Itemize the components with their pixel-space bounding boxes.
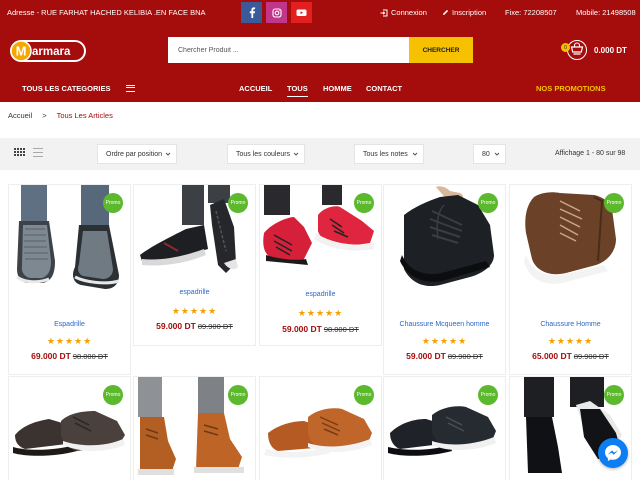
promo-badge: Promo (354, 385, 374, 405)
product-card[interactable]: Promo espadrille ★★★★★ 59.000 DT 89.900 DT (133, 184, 256, 346)
product-price: 69.000 DT 98.000 DT (9, 351, 130, 361)
top-bar: Adresse - RUE FARHAT HACHED KELIBIA .EN … (0, 0, 640, 24)
product-name[interactable]: espadrille (260, 291, 381, 298)
product-name[interactable]: Espadrille (9, 321, 130, 328)
breadcrumb-separator: > (42, 111, 47, 120)
current-price: 59.000 DT (156, 321, 196, 331)
chevron-down-icon (293, 152, 299, 156)
nav-item-tous[interactable]: TOUS (287, 84, 308, 97)
product-card[interactable]: Promo (8, 376, 131, 480)
main-nav: TOUS LES CATEGORIES ACCUEIL TOUS HOMME C… (0, 76, 640, 102)
login-link[interactable]: Connexion (380, 8, 427, 17)
cart-button[interactable]: 0 (561, 40, 590, 60)
chevron-down-icon (412, 152, 418, 156)
pencil-icon (443, 9, 449, 15)
categories-label: TOUS LES CATEGORIES (22, 84, 111, 93)
promo-badge: Promo (228, 385, 248, 405)
old-price: 98.000 DT (72, 352, 108, 361)
product-price: 59.000 DT 98.000 DT (260, 324, 381, 334)
sort-label: Ordre par position (106, 150, 163, 158)
per-page-label: 80 (482, 150, 490, 158)
rating-stars: ★★★★★ (421, 336, 468, 346)
promo-badge: Promo (604, 193, 624, 213)
breadcrumb-current: Tous Les Articles (56, 111, 113, 120)
nav-item-homme[interactable]: HOMME (323, 84, 352, 93)
search-button[interactable]: CHERCHER (409, 37, 473, 63)
promo-badge: Promo (103, 193, 123, 213)
login-label: Connexion (391, 8, 427, 17)
current-price: 59.000 DT (406, 351, 446, 361)
product-card[interactable]: Promo Espadrille ★★★★★ 69.000 DT 98.000 DT (8, 184, 131, 375)
list-view-icon[interactable] (33, 148, 43, 157)
product-name[interactable]: espadrille (134, 289, 255, 296)
old-price: 89.900 DT (197, 322, 233, 331)
grid-view-icon[interactable] (14, 148, 25, 157)
product-price: 59.000 DT 89.900 DT (384, 351, 505, 361)
product-card[interactable]: Promo espadrille ★★★★★ 59.000 DT 98.000 DT (259, 184, 382, 346)
chevron-down-icon (165, 152, 171, 156)
per-page-select[interactable]: 80 (473, 144, 506, 164)
promo-badge: Promo (354, 193, 374, 213)
product-card[interactable]: Promo Chaussure Mcqueen homme ★★★★★ 59.000 … (383, 184, 506, 375)
nav-item-promotions[interactable]: NOS PROMOTIONS (536, 84, 606, 93)
phone-mobile: Mobile: 21498508 (576, 8, 636, 17)
messenger-icon[interactable] (598, 438, 628, 468)
sort-select[interactable]: Ordre par position (97, 144, 177, 164)
rating-stars: ★★★★★ (171, 306, 218, 316)
product-card[interactable]: Promo (383, 376, 506, 480)
menu-icon (126, 85, 136, 92)
breadcrumb: Accueil > Tous Les Articles (8, 111, 113, 120)
nav-item-contact[interactable]: CONTACT (366, 84, 402, 93)
rating-stars: ★★★★★ (297, 308, 344, 318)
product-card[interactable]: Promo Chaussure Homme ★★★★★ 65.000 DT 89.900… (509, 184, 632, 375)
product-price: 65.000 DT 89.900 DT (510, 351, 631, 361)
register-link[interactable]: Inscription (442, 8, 486, 17)
search-bar: CHERCHER (168, 37, 473, 63)
rating-filter-select[interactable]: Tous les notes (354, 144, 424, 164)
product-card[interactable]: Promo (133, 376, 256, 480)
old-price: 89.900 DT (573, 352, 609, 361)
product-card[interactable]: Promo (259, 376, 382, 480)
current-price: 69.000 DT (31, 351, 71, 361)
search-input[interactable] (168, 37, 409, 63)
promo-badge: Promo (228, 193, 248, 213)
chevron-down-icon (494, 152, 500, 156)
address-text: Adresse - RUE FARHAT HACHED KELIBIA .EN … (7, 8, 206, 17)
svg-text:M: M (16, 44, 27, 59)
product-name[interactable]: Chaussure Mcqueen homme (384, 321, 505, 328)
product-name[interactable]: Chaussure Homme (510, 321, 631, 328)
login-icon (380, 9, 388, 16)
old-price: 89.900 DT (447, 352, 483, 361)
cart-total: 0.000 DT (594, 46, 627, 55)
result-count: Affichage 1 - 80 sur 98 (555, 150, 626, 157)
promo-badge: Promo (478, 385, 498, 405)
rating-stars: ★★★★★ (547, 336, 594, 346)
shop-toolbar: Ordre par position Tous les couleurs Tou… (0, 138, 640, 170)
categories-menu[interactable]: TOUS LES CATEGORIES (22, 84, 136, 93)
site-logo[interactable]: M armara (8, 38, 88, 64)
current-price: 65.000 DT (532, 351, 572, 361)
promo-badge: Promo (103, 385, 123, 405)
rating-stars: ★★★★★ (46, 336, 93, 346)
instagram-icon[interactable] (266, 2, 287, 23)
facebook-icon[interactable] (241, 2, 262, 23)
color-filter-label: Tous les couleurs (236, 150, 291, 158)
youtube-icon[interactable] (291, 2, 312, 23)
cart-icon (567, 40, 587, 60)
breadcrumb-home[interactable]: Accueil (8, 111, 32, 120)
cart-count: 0 (561, 43, 570, 52)
register-label: Inscription (452, 8, 487, 17)
promo-badge: Promo (604, 385, 624, 405)
product-price: 59.000 DT 89.900 DT (134, 321, 255, 331)
rating-filter-label: Tous les notes (363, 150, 408, 158)
current-price: 59.000 DT (282, 324, 322, 334)
old-price: 98.000 DT (323, 325, 359, 334)
svg-text:armara: armara (32, 46, 71, 58)
color-filter-select[interactable]: Tous les couleurs (227, 144, 305, 164)
phone-fixed: Fixe: 72208507 (505, 8, 557, 17)
nav-item-accueil[interactable]: ACCUEIL (239, 84, 272, 93)
promo-badge: Promo (478, 193, 498, 213)
